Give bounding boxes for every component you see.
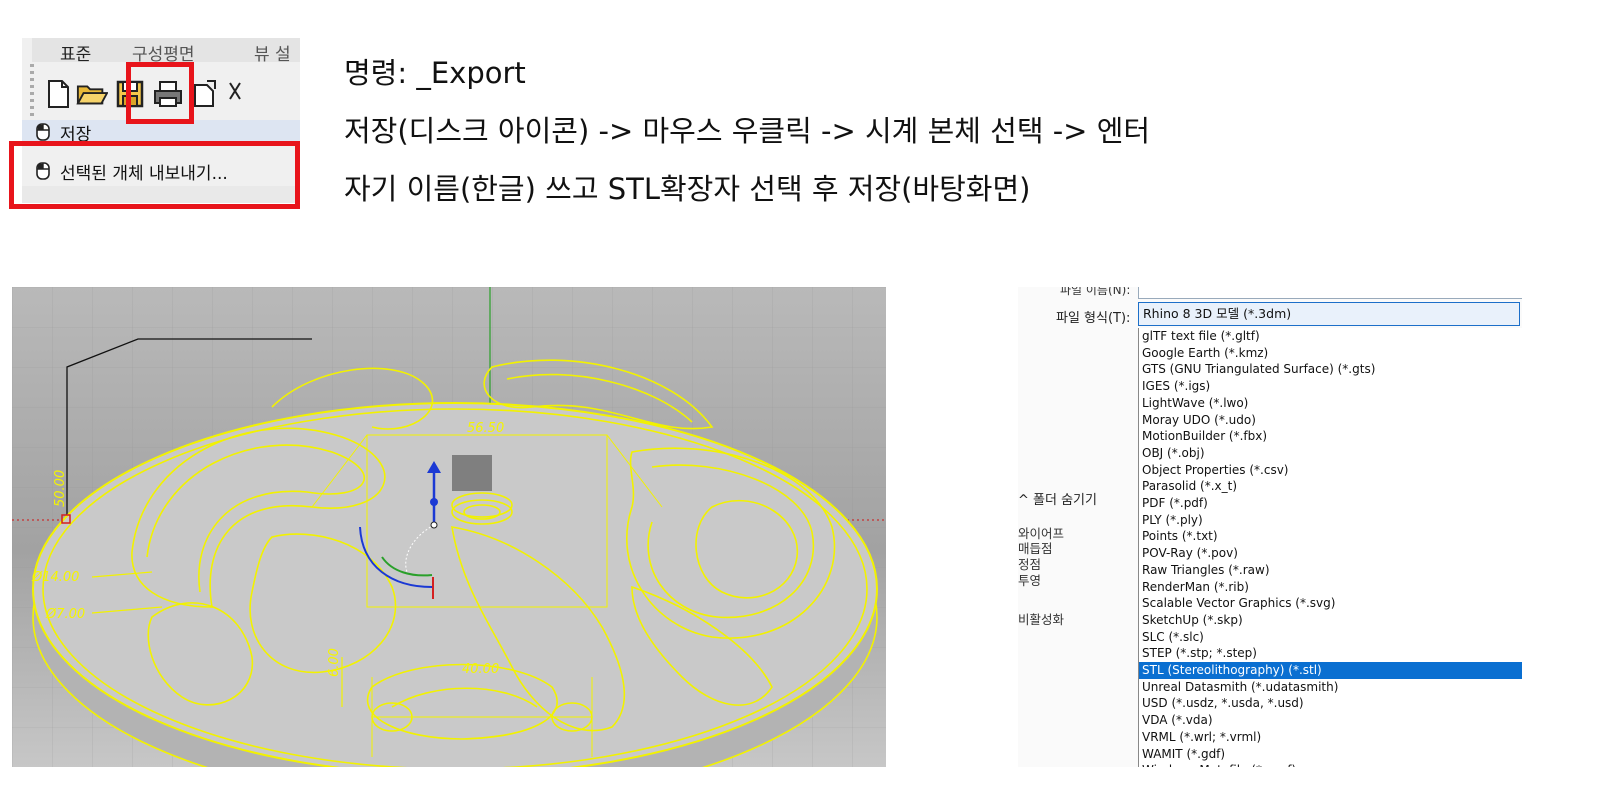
file-type-label: 파일 형식(T): <box>1056 311 1131 326</box>
new-file-icon[interactable] <box>42 78 74 110</box>
file-type-dropdown-list[interactable]: glTF text file (*.gltf) Google Earth (*.k… <box>1138 328 1522 767</box>
dimension-width: 56.50 <box>467 421 504 436</box>
file-type-option[interactable]: IGES (*.igs) <box>1142 378 1522 395</box>
file-type-option[interactable]: PLY (*.ply) <box>1142 512 1522 529</box>
rhino-3d-viewport[interactable]: 56.50 50.00 Ø14.00 Ø7.00 6.00 40.00 <box>12 287 886 767</box>
file-type-option[interactable]: Moray UDO (*.udo) <box>1142 412 1522 429</box>
file-type-option[interactable]: SketchUp (*.skp) <box>1142 612 1522 629</box>
file-type-option[interactable]: Unreal Datasmith (*.udatasmith) <box>1142 679 1522 696</box>
file-type-option[interactable]: VRML (*.wrl; *.vrml) <box>1142 729 1522 746</box>
file-type-option[interactable]: STEP (*.stp; *.step) <box>1142 645 1522 662</box>
file-type-option[interactable]: POV-Ray (*.pov) <box>1142 545 1522 562</box>
hide-folders-toggle[interactable]: ^ 폴더 숨기기 <box>1018 489 1097 508</box>
file-type-option[interactable]: GTS (GNU Triangulated Surface) (*.gts) <box>1142 361 1522 378</box>
dimension-mount-width: 40.00 <box>462 662 499 677</box>
file-type-select[interactable]: Rhino 8 3D 모델 (*.3dm) <box>1138 302 1520 326</box>
instruction-line-steps: 저장(디스크 아이콘) -> 마우스 우클릭 -> 시계 본체 선택 -> 엔터 <box>344 114 1151 148</box>
toolbar-tab-strip: 표준 구성평면 뷰 설 <box>32 38 300 65</box>
instruction-line-command: 명령: _Export <box>344 56 526 90</box>
file-type-option[interactable]: Windows Metafile (*.wmf) <box>1142 762 1522 767</box>
file-type-option[interactable]: Raw Triangles (*.raw) <box>1142 562 1522 579</box>
file-type-option[interactable]: Object Properties (*.csv) <box>1142 462 1522 479</box>
dimension-height: 50.00 <box>53 470 68 507</box>
dimension-dia-7: Ø7.00 <box>45 607 85 622</box>
file-type-option[interactable]: USD (*.usdz, *.usda, *.usd) <box>1142 695 1522 712</box>
file-name-label: 파일 이름(N): <box>1060 287 1131 297</box>
file-type-option[interactable]: PDF (*.pdf) <box>1142 495 1522 512</box>
tab-view[interactable]: 뷰 설 <box>254 40 291 65</box>
cut-icon[interactable] <box>224 78 246 110</box>
tab-standard[interactable]: 표준 <box>60 40 91 65</box>
file-type-option[interactable]: OBJ (*.obj) <box>1142 445 1522 462</box>
file-type-option[interactable]: Scalable Vector Graphics (*.svg) <box>1142 595 1522 612</box>
side-option-projection[interactable]: 투영 <box>1018 570 1041 589</box>
save-icon-highlight <box>126 62 194 124</box>
file-type-option[interactable]: RenderMan (*.rib) <box>1142 579 1522 596</box>
instruction-line-save: 자기 이름(한글) 쓰고 STL확장자 선택 후 저장(바탕화면) <box>344 172 1031 206</box>
file-type-option[interactable]: Points (*.txt) <box>1142 528 1522 545</box>
file-type-option[interactable]: Parasolid (*.x_t) <box>1142 478 1522 495</box>
dimension-depth: 6.00 <box>327 648 342 677</box>
file-type-option[interactable]: SLC (*.slc) <box>1142 629 1522 646</box>
export-menu-highlight <box>9 141 300 209</box>
viewport-canvas: 56.50 50.00 Ø14.00 Ø7.00 6.00 40.00 <box>12 287 886 767</box>
side-option-disable[interactable]: 비활성화 <box>1018 609 1064 628</box>
mouse-icon <box>36 123 50 141</box>
file-type-option[interactable]: glTF text file (*.gltf) <box>1142 328 1522 345</box>
file-name-input[interactable] <box>1138 287 1522 299</box>
export-file-dialog: 파일 이름(N): 파일 형식(T): Rhino 8 3D 모델 (*.3dm… <box>1018 287 1522 767</box>
toolbar-grip[interactable] <box>30 64 34 124</box>
file-type-option[interactable]: MotionBuilder (*.fbx) <box>1142 428 1522 445</box>
open-folder-icon[interactable] <box>76 78 108 110</box>
file-type-option[interactable]: Google Earth (*.kmz) <box>1142 345 1522 362</box>
file-type-option[interactable]: LightWave (*.lwo) <box>1142 395 1522 412</box>
file-type-option[interactable]: VDA (*.vda) <box>1142 712 1522 729</box>
file-type-option-selected[interactable]: STL (Stereolithography) (*.stl) <box>1139 662 1522 679</box>
file-type-option[interactable]: WAMIT (*.gdf) <box>1142 746 1522 763</box>
dimension-dia-14: Ø14.00 <box>31 570 79 585</box>
